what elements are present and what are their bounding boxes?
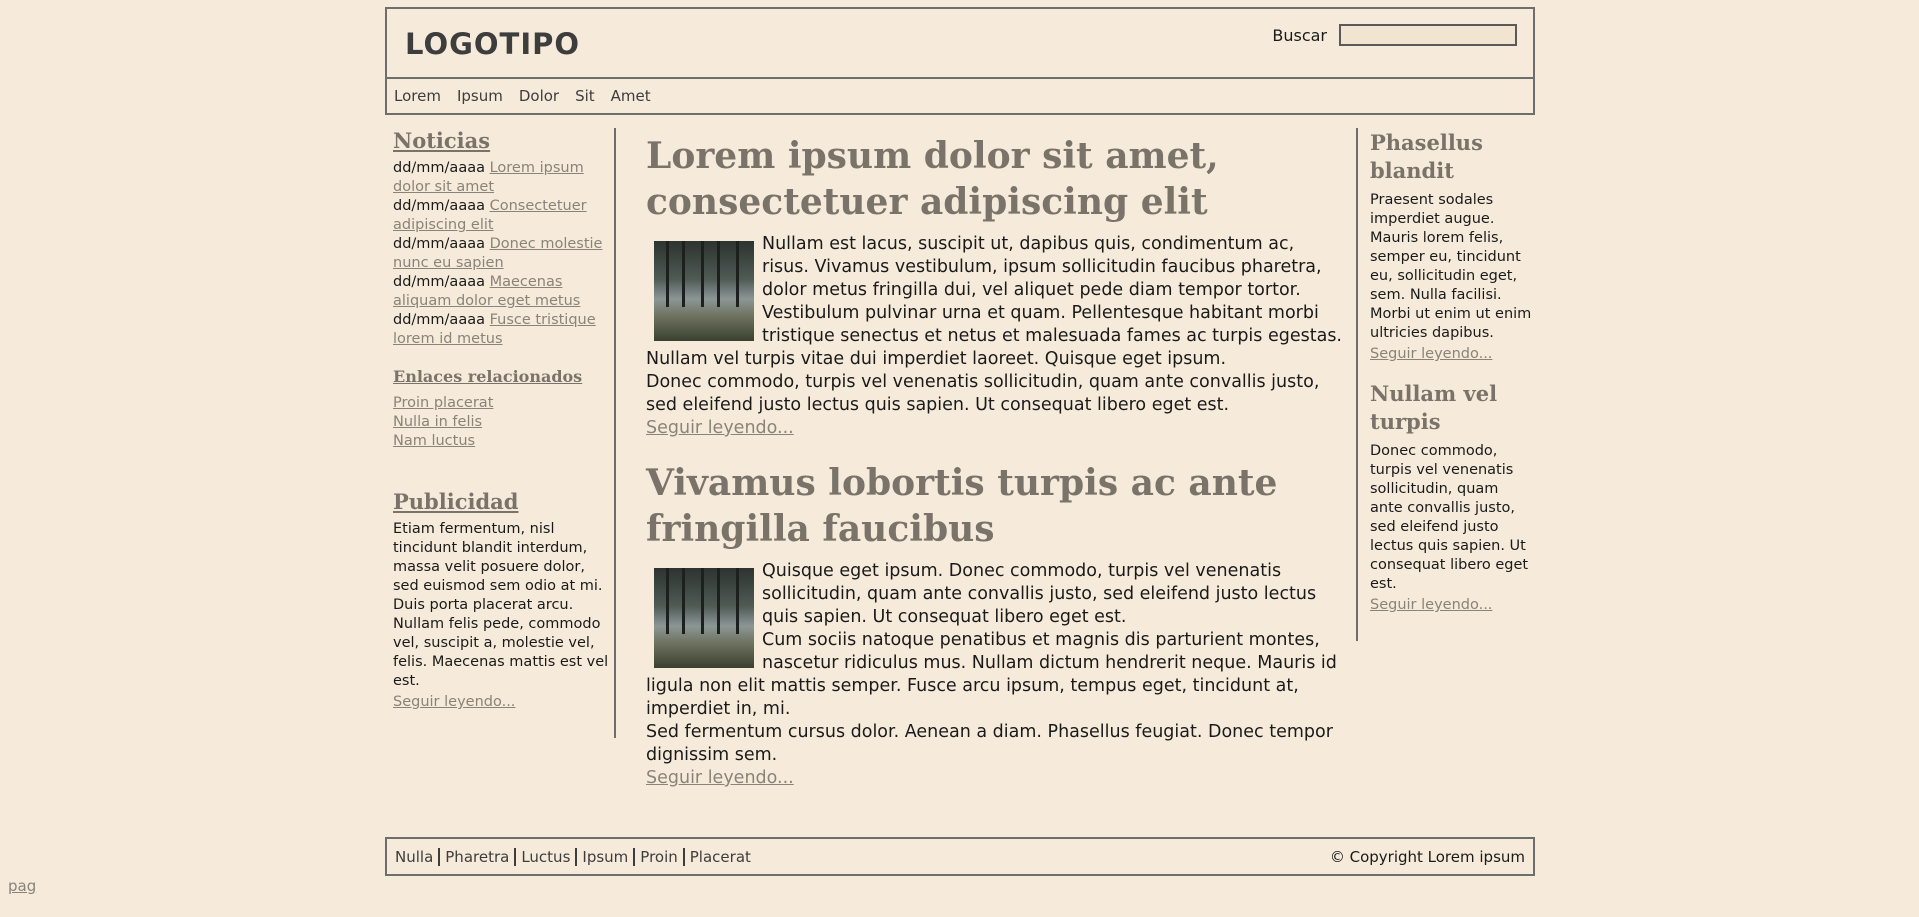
nav-item-lorem[interactable]: Lorem bbox=[394, 87, 441, 105]
main-content: Lorem ipsum dolor sit amet, consectetuer… bbox=[646, 133, 1346, 790]
nav-item-sit[interactable]: Sit bbox=[575, 87, 595, 105]
right-block: Phasellus blandit Praesent sodales imper… bbox=[1370, 129, 1532, 362]
right-block-title: Nullam vel turpis bbox=[1370, 381, 1498, 434]
pag-link[interactable]: pag bbox=[8, 877, 36, 895]
news-item: dd/mm/aaaa Donec molestie nunc eu sapien bbox=[393, 235, 615, 273]
left-sidebar: Noticias dd/mm/aaaa Lorem ipsum dolor si… bbox=[385, 128, 615, 710]
related-link[interactable]: Nam luctus bbox=[393, 432, 615, 451]
right-block-text: Donec commodo, turpis vel venenatis soll… bbox=[1370, 443, 1529, 592]
footer-link-pharetra[interactable]: Pharetra bbox=[445, 848, 509, 866]
ads-read-more-link[interactable]: Seguir leyendo... bbox=[393, 694, 515, 710]
footer-links: Nulla Pharetra Luctus Ipsum Proin Placer… bbox=[395, 847, 751, 866]
right-block: Nullam vel turpis Donec commodo, turpis … bbox=[1370, 380, 1532, 613]
article-read-more-link[interactable]: Seguir leyendo... bbox=[646, 768, 794, 788]
news-item: dd/mm/aaaa Lorem ipsum dolor sit amet bbox=[393, 159, 615, 197]
news-list: dd/mm/aaaa Lorem ipsum dolor sit amet dd… bbox=[393, 159, 615, 349]
article: Lorem ipsum dolor sit amet, consectetuer… bbox=[646, 133, 1346, 440]
footer-separator bbox=[633, 847, 636, 866]
article-body: Quisque eget ipsum. Donec commodo, turpi… bbox=[646, 560, 1346, 790]
footer-link-proin[interactable]: Proin bbox=[640, 848, 677, 866]
page-wrapper: LOGOTIPO Buscar Lorem Ipsum Dolor Sit Am… bbox=[385, 7, 1535, 788]
ads-text: Etiam fermentum, nisl tincidunt blandit … bbox=[393, 521, 609, 689]
search-input[interactable] bbox=[1339, 24, 1517, 46]
logo: LOGOTIPO bbox=[405, 27, 581, 61]
search-label: Buscar bbox=[1272, 25, 1327, 45]
related-links-title: Enlaces relacionados bbox=[393, 367, 583, 386]
footer-link-ipsum[interactable]: Ipsum bbox=[582, 848, 628, 866]
right-block-title: Phasellus blandit bbox=[1370, 130, 1483, 183]
right-sidebar-divider bbox=[1356, 128, 1358, 641]
related-link[interactable]: Nulla in felis bbox=[393, 413, 615, 432]
nav-item-amet[interactable]: Amet bbox=[611, 87, 651, 105]
news-date: dd/mm/aaaa bbox=[393, 236, 485, 252]
footer-separator bbox=[514, 847, 517, 866]
news-date: dd/mm/aaaa bbox=[393, 274, 485, 290]
copyright: © Copyright Lorem ipsum bbox=[1329, 847, 1525, 866]
news-item: dd/mm/aaaa Consectetuer adipiscing elit bbox=[393, 197, 615, 235]
news-date: dd/mm/aaaa bbox=[393, 160, 485, 176]
main-nav: Lorem Ipsum Dolor Sit Amet bbox=[385, 79, 1535, 115]
article-body: Nullam est lacus, suscipit ut, dapibus q… bbox=[646, 233, 1346, 440]
related-link[interactable]: Proin placerat bbox=[393, 394, 615, 413]
news-item: dd/mm/aaaa Maecenas aliquam dolor eget m… bbox=[393, 273, 615, 311]
news-title: Noticias bbox=[393, 128, 491, 153]
search-box: Buscar bbox=[1272, 24, 1517, 46]
news-date: dd/mm/aaaa bbox=[393, 312, 485, 328]
related-links: Proin placerat Nulla in felis Nam luctus bbox=[393, 394, 615, 451]
footer-link-luctus[interactable]: Luctus bbox=[521, 848, 570, 866]
right-block-read-more-link[interactable]: Seguir leyendo... bbox=[1370, 346, 1492, 362]
article-paragraph: Sed fermentum cursus dolor. Aenean a dia… bbox=[646, 722, 1333, 765]
ads-title: Publicidad bbox=[393, 489, 519, 514]
article-read-more-link[interactable]: Seguir leyendo... bbox=[646, 418, 794, 438]
footer-separator bbox=[682, 847, 685, 866]
header: LOGOTIPO Buscar bbox=[385, 7, 1535, 79]
article: Vivamus lobortis turpis ac ante fringill… bbox=[646, 460, 1346, 790]
footer-link-placerat[interactable]: Placerat bbox=[690, 848, 751, 866]
footer-link-nulla[interactable]: Nulla bbox=[395, 848, 433, 866]
article-title: Lorem ipsum dolor sit amet, consectetuer… bbox=[646, 135, 1219, 223]
footer-separator bbox=[575, 847, 578, 866]
news-date: dd/mm/aaaa bbox=[393, 198, 485, 214]
right-block-read-more-link[interactable]: Seguir leyendo... bbox=[1370, 597, 1492, 613]
article-paragraph: Donec commodo, turpis vel venenatis soll… bbox=[646, 372, 1320, 415]
footer: Nulla Pharetra Luctus Ipsum Proin Placer… bbox=[385, 837, 1535, 876]
article-thumbnail bbox=[654, 241, 754, 341]
right-block-text: Praesent sodales imperdiet augue. Mauris… bbox=[1370, 192, 1532, 341]
footer-separator bbox=[438, 847, 441, 866]
news-item: dd/mm/aaaa Fusce tristique lorem id metu… bbox=[393, 311, 615, 349]
nav-item-ipsum[interactable]: Ipsum bbox=[457, 87, 503, 105]
article-thumbnail bbox=[654, 568, 754, 668]
article-title: Vivamus lobortis turpis ac ante fringill… bbox=[646, 462, 1278, 550]
nav-item-dolor[interactable]: Dolor bbox=[519, 87, 559, 105]
right-sidebar: Phasellus blandit Praesent sodales imper… bbox=[1362, 129, 1532, 613]
